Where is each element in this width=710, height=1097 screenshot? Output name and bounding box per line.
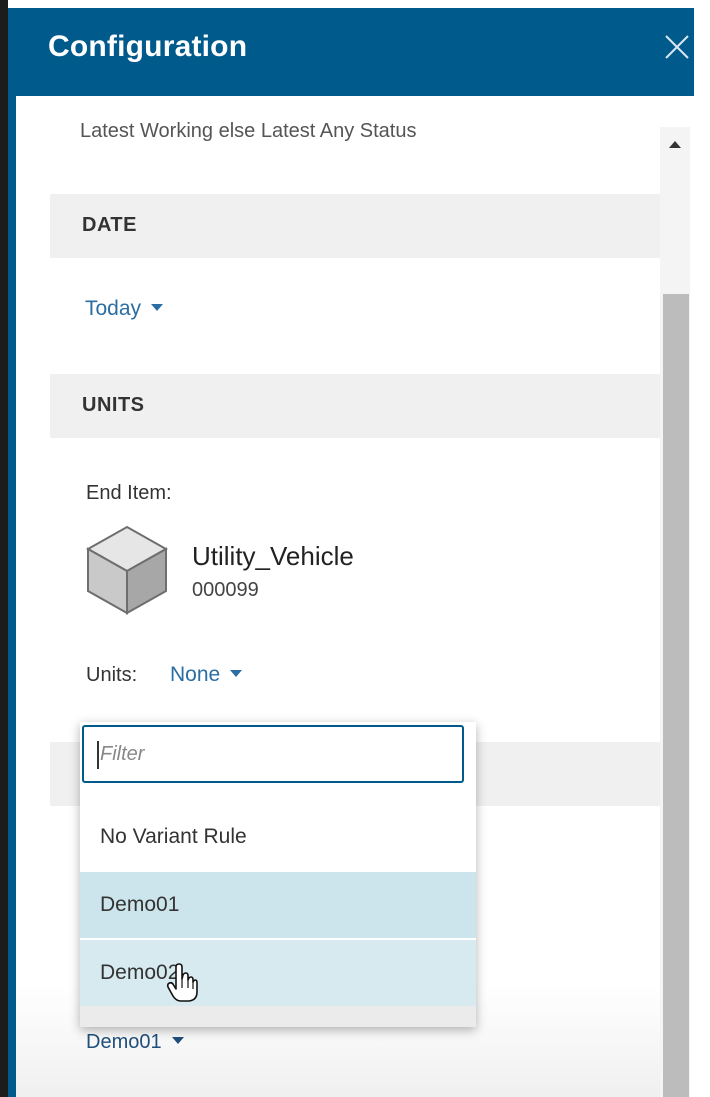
window-edge bbox=[0, 0, 8, 1097]
scrollbar[interactable] bbox=[660, 127, 690, 1097]
panel-title: Configuration bbox=[48, 30, 248, 63]
units-header-label: UNITS bbox=[82, 394, 145, 416]
end-item-label: End Item: bbox=[86, 482, 172, 504]
cube-icon bbox=[84, 523, 170, 617]
scrollbar-thumb[interactable] bbox=[663, 294, 689, 1097]
date-section-header: DATE bbox=[50, 194, 660, 258]
close-icon[interactable] bbox=[660, 30, 694, 64]
text-cursor bbox=[97, 741, 99, 769]
chevron-down-icon bbox=[151, 303, 164, 311]
option-no-variant-rule[interactable]: No Variant Rule bbox=[80, 804, 476, 870]
hand-pointer-icon bbox=[166, 963, 198, 1003]
chevron-down-icon bbox=[171, 1037, 184, 1045]
units-dropdown[interactable]: None bbox=[170, 663, 243, 687]
units-dropdown-value: None bbox=[170, 663, 221, 686]
revision-rule-text: Latest Working else Latest Any Status bbox=[80, 120, 417, 142]
units-label: Units: bbox=[86, 664, 138, 686]
end-item-name[interactable]: Utility_Vehicle bbox=[192, 541, 354, 572]
popup-footer bbox=[80, 1006, 476, 1027]
panel-left-border bbox=[8, 95, 16, 1097]
date-dropdown[interactable]: Today bbox=[85, 297, 164, 321]
configuration-panel: Configuration Latest Working else Latest… bbox=[0, 0, 710, 1097]
panel-header: Configuration bbox=[8, 8, 708, 96]
date-dropdown-value: Today bbox=[85, 297, 142, 320]
units-section-header: UNITS bbox=[50, 374, 660, 438]
chevron-down-icon bbox=[230, 669, 243, 677]
end-item-id: 000099 bbox=[192, 579, 259, 601]
variant-rule-popup: No Variant Rule Demo01 Demo02 bbox=[80, 722, 476, 1027]
option-demo01[interactable]: Demo01 bbox=[80, 872, 476, 938]
option-demo02[interactable]: Demo02 bbox=[80, 940, 476, 1006]
variant-rule-dropdown[interactable]: Demo01 bbox=[86, 1031, 184, 1054]
variant-rule-value: Demo01 bbox=[86, 1031, 162, 1053]
window-right-edge bbox=[694, 0, 710, 1097]
scroll-up-icon[interactable] bbox=[669, 141, 681, 148]
filter-input[interactable] bbox=[82, 725, 464, 783]
date-header-label: DATE bbox=[82, 214, 137, 236]
